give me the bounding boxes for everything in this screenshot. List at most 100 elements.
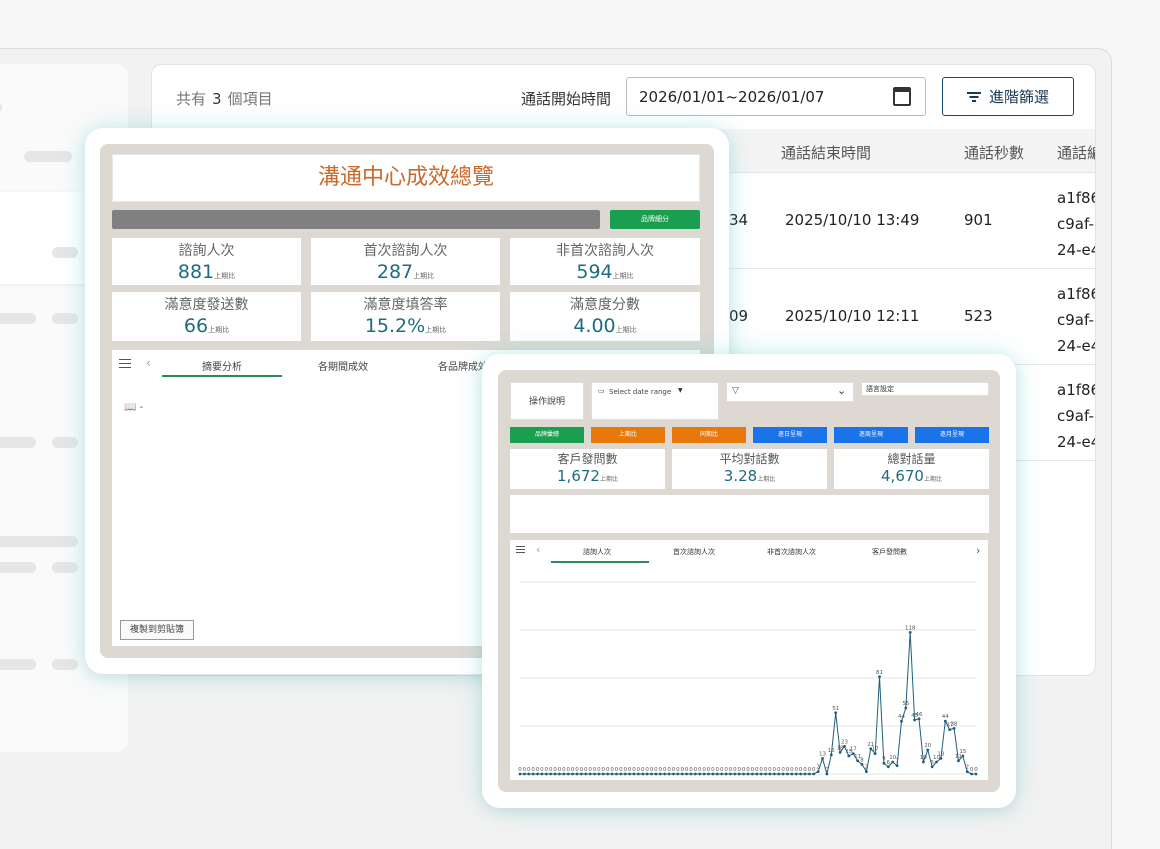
copy-to-clipboard-button[interactable]: 複製到剪貼簿	[120, 620, 194, 640]
data-point	[540, 772, 544, 776]
data-point	[948, 728, 952, 731]
monthly-view-button[interactable]: 逐月呈現	[915, 427, 989, 443]
data-point	[917, 717, 921, 721]
data-label: 18	[837, 745, 844, 751]
filter-select[interactable]: ▽ ⌄	[726, 382, 854, 402]
data-label: 2	[965, 765, 969, 771]
data-point	[790, 772, 794, 776]
call-id: a1f86 c9af- 24-e4	[1057, 381, 1096, 451]
data-label: 8	[860, 757, 864, 763]
sidebar-skeleton	[52, 437, 78, 448]
data-point	[746, 772, 750, 776]
tab-summary[interactable]: 摘要分析	[202, 358, 242, 373]
data-point	[632, 772, 636, 776]
same-period-button[interactable]: 同期比	[672, 427, 746, 443]
data-label: 2	[865, 765, 869, 771]
data-point	[864, 770, 868, 773]
data-label: 16	[828, 748, 835, 754]
data-point	[829, 753, 833, 757]
data-point	[926, 748, 930, 752]
data-point	[610, 772, 614, 776]
language-setting[interactable]: 語言設定	[861, 382, 989, 396]
data-point	[961, 754, 965, 758]
data-point	[878, 675, 881, 679]
data-point	[886, 765, 890, 769]
data-label: 23	[841, 739, 848, 745]
kpi-card: 平均對話數 3.28上期比	[672, 449, 827, 489]
date-range-picker[interactable]: ▭ Select date range ▼	[591, 382, 719, 420]
kpi-card: 滿意度分數 4.00上期比	[510, 292, 700, 341]
data-label: 38	[951, 721, 958, 727]
data-point	[628, 772, 632, 776]
data-point	[965, 770, 969, 773]
data-point	[623, 772, 627, 776]
data-label: 0	[825, 767, 829, 773]
data-point	[658, 772, 662, 776]
data-point	[575, 772, 579, 776]
prev-period-button[interactable]: 上期比	[591, 427, 665, 443]
data-point	[588, 772, 592, 776]
weekly-view-button[interactable]: 逐周呈現	[834, 427, 908, 443]
sidebar-skeleton	[0, 562, 36, 573]
data-point	[825, 772, 829, 776]
data-point	[720, 772, 724, 776]
dashboard-trend-frame: 操作說明 ▭ Select date range ▼ ▽ ⌄ 語言設定 品牌彙總…	[498, 370, 1000, 792]
data-point	[816, 770, 820, 773]
date-range-input[interactable]: 2026/01/01~2026/01/07	[626, 77, 926, 116]
calendar-icon: ▭	[598, 387, 605, 395]
data-point	[689, 772, 693, 776]
data-label: 0	[685, 767, 689, 773]
data-point	[597, 772, 601, 776]
data-point	[641, 772, 645, 776]
column-header[interactable]: 通話秒數	[964, 142, 1024, 163]
chevron-left-icon[interactable]: ‹	[146, 356, 151, 370]
kpi-card: 非首次諮詢人次 594上期比	[510, 238, 700, 285]
data-point	[772, 772, 776, 776]
data-label: 118	[905, 625, 916, 631]
filter-icon: ▽	[732, 386, 739, 396]
kpi-card: 滿意度發送數 66上期比	[112, 292, 301, 341]
data-point	[952, 727, 956, 730]
selection-bar[interactable]	[112, 210, 600, 229]
data-label: 44	[898, 714, 905, 720]
data-label: 81	[876, 670, 883, 676]
data-label: 15	[959, 749, 966, 755]
data-point	[693, 772, 697, 776]
sidebar-skeleton	[0, 437, 36, 448]
item-count: 共有 3 個項目	[176, 90, 273, 108]
data-point	[562, 772, 566, 776]
data-point	[764, 772, 767, 776]
date-filter-label: 通話開始時間	[521, 90, 612, 108]
column-header[interactable]: 通話編	[1057, 142, 1095, 163]
dashboard-trend-card: 操作說明 ▭ Select date range ▼ ▽ ⌄ 語言設定 品牌彙總…	[482, 354, 1016, 808]
data-point	[812, 772, 816, 776]
help-button[interactable]: 操作說明	[510, 382, 584, 420]
data-point	[843, 745, 846, 748]
brand-summary-button[interactable]: 品牌彙總	[510, 427, 584, 443]
data-point	[544, 772, 548, 776]
data-point	[970, 772, 974, 776]
data-point	[645, 772, 649, 776]
tab-period[interactable]: 各期間成效	[318, 358, 368, 373]
data-point	[527, 772, 531, 776]
column-header[interactable]: 通話結束時間	[781, 142, 871, 163]
data-label: 17	[850, 747, 857, 753]
brand-breakdown-button[interactable]: 品牌細分	[610, 210, 700, 229]
data-point	[838, 751, 842, 754]
data-point	[900, 719, 903, 723]
daily-view-button[interactable]: 逐日呈現	[753, 427, 827, 443]
advanced-filter-button[interactable]: 進階篩選	[942, 77, 1074, 116]
data-point	[781, 772, 785, 776]
data-point	[579, 772, 583, 776]
kpi-card: 客戶發問數 1,672上期比	[510, 449, 665, 489]
kpi-card: 滿意度填答率 15.2%上期比	[311, 292, 500, 341]
data-point	[799, 772, 803, 776]
tab-brand[interactable]: 各品牌成效	[438, 358, 488, 373]
data-point	[939, 757, 943, 760]
calendar-icon[interactable]	[893, 87, 911, 106]
sidebar-skeleton	[24, 151, 72, 162]
data-point	[821, 757, 824, 760]
list-icon[interactable]	[119, 359, 131, 368]
data-label: 20	[924, 743, 931, 749]
line-chart: 0000000000000000000000000000000000000000…	[518, 581, 978, 776]
